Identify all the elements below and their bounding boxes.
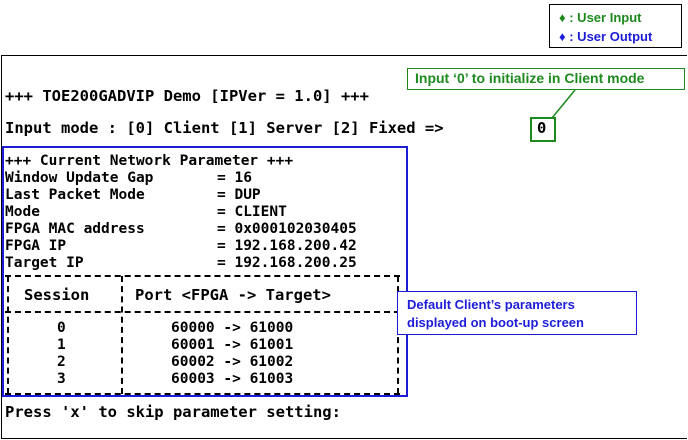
skip-prompt: Press 'x' to skip parameter setting: bbox=[5, 403, 341, 421]
default-params-callout: Default Client’s parameters displayed on… bbox=[397, 291, 637, 335]
default-params-line2: displayed on boot-up screen bbox=[407, 315, 584, 330]
default-params-line1: Default Client’s parameters bbox=[407, 297, 575, 312]
legend-user-output: ♦ : User Output bbox=[559, 29, 653, 44]
terminal-title: +++ TOE200GADVIP Demo [IPVer = 1.0] +++ bbox=[5, 87, 369, 105]
client-mode-callout: Input ‘0’ to initialize in Client mode bbox=[407, 68, 685, 90]
input-mode-prompt: Input mode : [0] Client [1] Server [2] F… bbox=[5, 119, 444, 137]
legend-user-input: ♦ : User Input bbox=[559, 10, 642, 25]
user-output-highlight bbox=[2, 146, 408, 397]
legend: ♦ : User Input ♦ : User Output bbox=[549, 4, 682, 48]
user-input-highlight bbox=[530, 117, 556, 142]
